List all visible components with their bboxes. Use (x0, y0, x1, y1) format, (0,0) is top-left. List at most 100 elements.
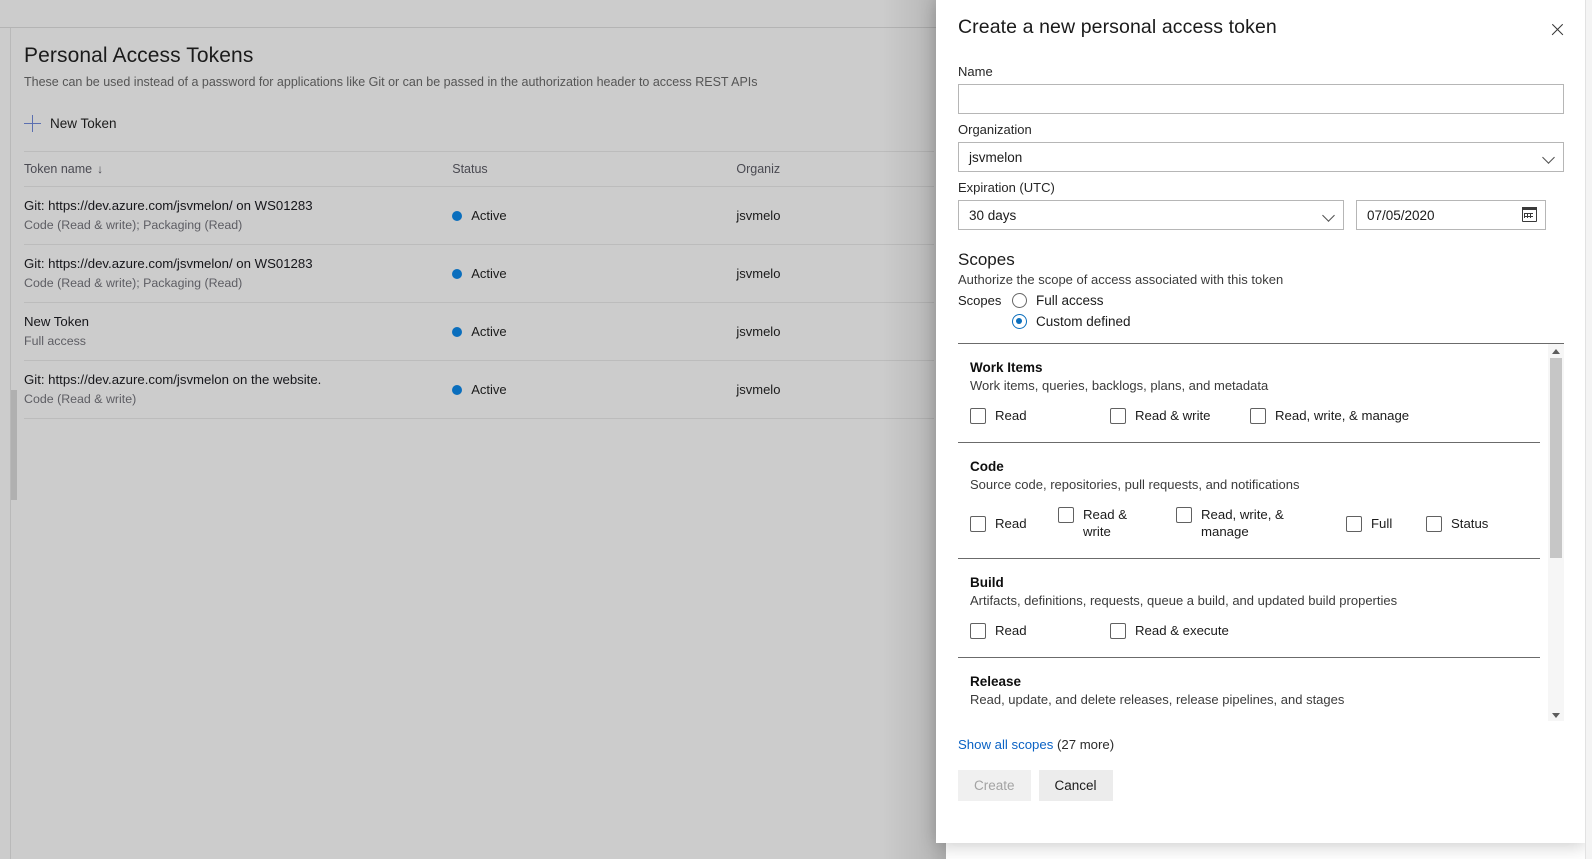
organization-select[interactable]: jsvmelon (958, 142, 1564, 172)
radio-full-access-label: Full access (1036, 293, 1104, 308)
show-all-scopes-count: (27 more) (1057, 737, 1114, 752)
table-row[interactable]: Git: https://dev.azure.com/jsvmelon/ on … (24, 245, 934, 303)
page-top-divider (0, 27, 946, 28)
cell-status: Active (452, 324, 736, 339)
token-scopes: Code (Read & write) (24, 390, 452, 409)
checkbox-icon (970, 516, 986, 532)
scopes-description: Authorize the scope of access associated… (958, 272, 1564, 287)
new-token-label: New Token (50, 116, 117, 131)
token-scopes: Full access (24, 332, 452, 351)
status-dot-icon (452, 327, 462, 337)
token-name: Git: https://dev.azure.com/jsvmelon/ on … (24, 196, 452, 215)
scopes-radio-legend: Scopes (958, 293, 1012, 308)
chevron-up-icon (1552, 349, 1560, 354)
calendar-icon[interactable] (1522, 207, 1537, 222)
show-all-scopes-row: Show all scopes (27 more) (958, 737, 1564, 752)
column-header-organization[interactable]: Organiz (736, 162, 934, 176)
status-dot-icon (452, 269, 462, 279)
checkbox-icon (970, 408, 986, 424)
scope-group-name: Build (970, 575, 1540, 590)
cell-organization: jsvmelo (736, 208, 934, 223)
checkbox-build-read[interactable]: Read (970, 622, 1110, 639)
organization-label: Organization (958, 122, 1564, 137)
radio-custom-defined-label: Custom defined (1036, 314, 1131, 329)
token-scopes: Code (Read & write); Packaging (Read) (24, 216, 452, 235)
panel-footer: Create Cancel (958, 770, 1564, 801)
expiration-row: 30 days (958, 200, 1564, 230)
tokens-table-header: Token name ↓ Status Organiz (24, 151, 934, 187)
page-title: Personal Access Tokens (24, 42, 934, 70)
checkbox-code-read[interactable]: Read (970, 515, 1058, 532)
scopes-scrollbar[interactable] (1548, 344, 1564, 721)
column-header-token-name[interactable]: Token name ↓ (24, 162, 452, 176)
checkbox-label: Read (995, 622, 1027, 639)
token-name: Git: https://dev.azure.com/jsvmelon on t… (24, 370, 452, 389)
close-button[interactable] (1542, 14, 1572, 44)
create-button[interactable]: Create (958, 770, 1031, 801)
cell-token-name: Git: https://dev.azure.com/jsvmelon/ on … (24, 196, 452, 235)
expiration-date-input[interactable] (1356, 200, 1546, 230)
checkbox-label: Read (995, 407, 1027, 424)
checkbox-icon (1058, 507, 1074, 523)
cell-status: Active (452, 382, 736, 397)
organization-select-wrapper: jsvmelon (958, 142, 1564, 172)
scope-group-description: Read, update, and delete releases, relea… (970, 692, 1540, 707)
table-row[interactable]: New Token Full access Active jsvmelo (24, 303, 934, 361)
page-content: Personal Access Tokens These can be used… (24, 42, 934, 419)
scrollbar-down-arrow[interactable] (1548, 708, 1564, 721)
checkbox-code-read-write[interactable]: Read & write (1058, 506, 1176, 540)
radio-custom-defined[interactable]: Custom defined (1012, 314, 1564, 329)
checkbox-workitems-read-write[interactable]: Read & write (1110, 407, 1250, 424)
scrollbar-up-arrow[interactable] (1548, 344, 1564, 358)
radio-checked-icon (1012, 314, 1027, 329)
cell-status: Active (452, 266, 736, 281)
expiration-date-wrapper (1356, 200, 1546, 230)
table-row[interactable]: Git: https://dev.azure.com/jsvmelon/ on … (24, 187, 934, 245)
column-header-status[interactable]: Status (452, 162, 736, 176)
checkbox-label: Status (1451, 515, 1488, 532)
checkbox-code-read-write-manage[interactable]: Read, write, & manage (1176, 506, 1346, 540)
status-dot-icon (452, 211, 462, 221)
personal-access-tokens-page: Personal Access Tokens These can be used… (0, 0, 946, 859)
checkbox-workitems-read-write-manage[interactable]: Read, write, & manage (1250, 407, 1409, 424)
cell-organization: jsvmelo (736, 324, 934, 339)
cell-token-name: Git: https://dev.azure.com/jsvmelon/ on … (24, 254, 452, 293)
status-badge: Active (471, 382, 506, 397)
cell-status: Active (452, 208, 736, 223)
checkbox-code-status[interactable]: Status (1426, 515, 1488, 532)
cell-organization: jsvmelo (736, 266, 934, 281)
scrollbar-thumb[interactable] (1550, 358, 1562, 558)
panel-form: Name Organization jsvmelon Expiration (U… (936, 56, 1586, 329)
window-scrollbar[interactable] (1585, 0, 1592, 859)
table-row[interactable]: Git: https://dev.azure.com/jsvmelon on t… (24, 361, 934, 419)
app-root: Personal Access Tokens These can be used… (0, 0, 1592, 859)
checkbox-label: Read & write (1083, 506, 1141, 540)
scopes-radio-row: Scopes Full access (958, 293, 1564, 308)
name-input[interactable] (958, 84, 1564, 114)
scopes-heading: Scopes (958, 250, 1564, 270)
scope-group-build: Build Artifacts, definitions, requests, … (958, 559, 1540, 658)
checkbox-label: Read (995, 515, 1027, 532)
checkbox-workitems-read[interactable]: Read (970, 407, 1110, 424)
status-badge: Active (471, 208, 506, 223)
expiration-preset-wrapper: 30 days (958, 200, 1344, 230)
checkbox-code-full[interactable]: Full (1346, 515, 1426, 532)
scopes-scroll-region: Work Items Work items, queries, backlogs… (958, 343, 1564, 721)
create-token-panel: Create a new personal access token Name … (936, 0, 1586, 843)
status-dot-icon (452, 385, 462, 395)
checkbox-build-read-execute[interactable]: Read & execute (1110, 622, 1229, 639)
token-scopes: Code (Read & write); Packaging (Read) (24, 274, 452, 293)
cancel-button[interactable]: Cancel (1039, 770, 1113, 801)
checkbox-label: Read & write (1135, 407, 1211, 424)
status-badge: Active (471, 324, 506, 339)
radio-full-access[interactable]: Full access (1012, 293, 1104, 308)
scope-permissions: Read Read & write Read, write, & manage (970, 506, 1540, 540)
show-all-scopes-link[interactable]: Show all scopes (958, 737, 1053, 752)
page-vertical-scrollbar-thumb[interactable] (11, 390, 17, 500)
expiration-preset-select[interactable]: 30 days (958, 200, 1344, 230)
status-badge: Active (471, 266, 506, 281)
sort-descending-icon: ↓ (97, 162, 103, 176)
checkbox-icon (970, 623, 986, 639)
cell-organization: jsvmelo (736, 382, 934, 397)
new-token-button[interactable]: New Token (24, 110, 154, 136)
